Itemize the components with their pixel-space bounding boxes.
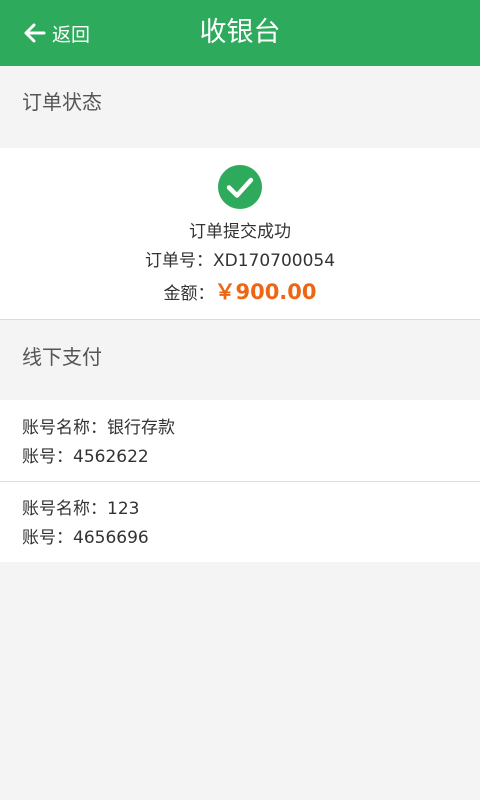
back-arrow-icon [22,20,48,46]
account-number-value: 4656696 [73,528,149,548]
account-name-value: 123 [107,499,140,519]
order-number-line: 订单号：XD170700054 [0,246,480,271]
account-list: 账号名称：银行存款 账号：4562622 账号名称：123 账号：4656696 [0,400,480,562]
account-number-line: 账号：4562622 [22,442,149,467]
account-name-label: 账号名称： [22,499,107,519]
account-number-line: 账号：4656696 [22,523,149,548]
account-name-value: 银行存款 [107,418,175,438]
check-circle-icon [218,165,262,209]
account-number-label: 账号： [22,447,73,467]
account-number-label: 账号： [22,528,73,548]
account-number-value: 4562622 [73,447,149,467]
order-status-heading: 订单状态 [22,90,102,114]
order-status-section-header: 订单状态 [0,66,480,148]
back-label: 返回 [52,23,91,46]
back-button[interactable]: 返回 [22,16,90,50]
app-header: 返回 收银台 [0,0,480,66]
account-name-line: 账号名称：123 [22,494,139,519]
account-name-line: 账号名称：银行存款 [22,413,175,438]
order-status-card: 订单提交成功 订单号：XD170700054 金额：￥900.00 [0,148,480,320]
order-number-label: 订单号： [144,251,213,271]
order-number-value: XD170700054 [212,251,336,271]
account-item: 账号名称：银行存款 账号：4562622 [0,400,480,482]
status-text: 订单提交成功 [189,222,291,242]
offline-payment-section-header: 线下支付 [0,321,480,400]
amount-label: 金额： [163,284,215,304]
amount-value: ￥900.00 [214,280,317,304]
account-name-label: 账号名称： [22,418,107,438]
amount-line: 金额：￥900.00 [0,276,480,306]
offline-payment-heading: 线下支付 [22,345,102,369]
account-item: 账号名称：123 账号：4656696 [0,481,480,562]
